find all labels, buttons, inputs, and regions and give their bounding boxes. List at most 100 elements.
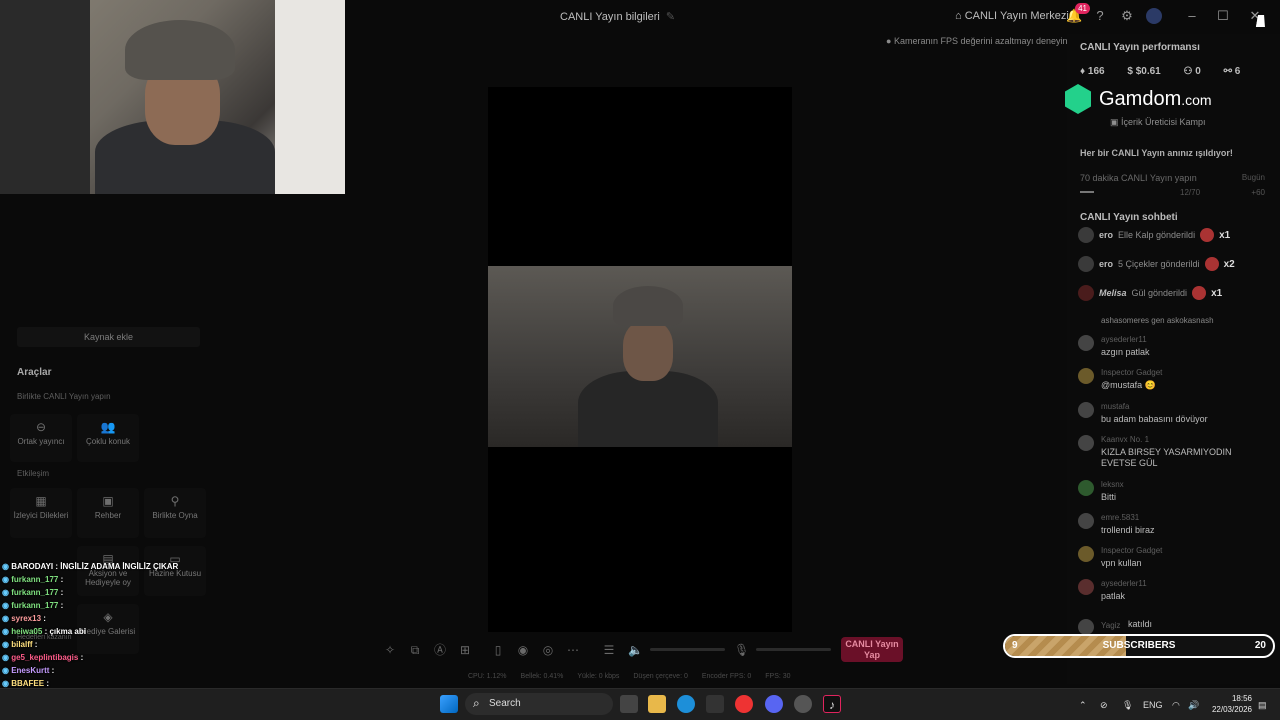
mic-slider[interactable] xyxy=(756,648,831,651)
bell-icon[interactable]: 🔔 41 xyxy=(1066,3,1090,24)
share-stat: ⚯ 6 xyxy=(1223,66,1241,77)
avatar xyxy=(1078,335,1094,351)
edge-icon[interactable] xyxy=(677,695,695,713)
overlay-chat-row: ◉ BARODAYI : İNGİLİZ ADAMA İNGİLİZ ÇIKAR xyxy=(2,562,178,571)
microphone-icon[interactable]: 🎙 xyxy=(734,643,749,657)
ai-icon[interactable]: Ⓐ xyxy=(433,643,447,657)
language-indicator[interactable]: ENG xyxy=(1143,700,1163,710)
goal-progress xyxy=(1080,191,1094,193)
notification-center-icon[interactable]: ▤ xyxy=(1258,700,1267,711)
multi-guest-button[interactable]: 👥 Çoklu konuk xyxy=(77,414,139,462)
speaker-icon[interactable]: 🔈 xyxy=(628,643,643,657)
viewer-requests-button[interactable]: ▦ İzleyici Dilekleri xyxy=(10,488,72,538)
webcam-overlay xyxy=(0,0,345,194)
heart-gift-icon xyxy=(1200,228,1215,242)
overlay-chat-row: ◉ bilalff : xyxy=(2,640,37,649)
settings-sliders-icon[interactable]: ☰ xyxy=(602,643,616,657)
network-off-icon[interactable]: ⊘ xyxy=(1100,700,1108,711)
overlay-chat-row: ◉ syrex13 : xyxy=(2,614,46,623)
phone-icon[interactable]: ▯ xyxy=(491,643,505,657)
badge-icon: ◉ xyxy=(2,679,12,688)
add-media-icon[interactable]: ⊞ xyxy=(458,643,472,657)
chevron-up-icon[interactable]: ⌃ xyxy=(1079,700,1087,711)
volume-icon[interactable]: 🔊 xyxy=(1188,700,1199,711)
gift-row: ero 5 Çiçekler gönderildi x2 xyxy=(1078,254,1268,274)
chat-message: Kaanvx No. 1 KIZLA BIRSEY YASARMIYODIN EV… xyxy=(1078,435,1268,475)
fps-hint: ● Kameranın FPS değerini azaltmayı deney… xyxy=(886,36,1068,46)
title-bar xyxy=(345,0,1280,34)
maximize-icon[interactable]: ☐ xyxy=(1215,8,1231,24)
avatar xyxy=(1078,402,1094,418)
windows-start-icon[interactable] xyxy=(440,695,458,713)
live-center-button[interactable]: ⌂ CANLI Yayın Merkezi xyxy=(955,10,1069,22)
clock[interactable]: 18:56 22/03/2026 xyxy=(1208,693,1252,715)
stream-info-title[interactable]: CANLI Yayın bilgileri ✎ xyxy=(560,10,675,23)
avatar[interactable] xyxy=(1146,8,1162,24)
live-goal: 70 dakika CANLI Yayın yapın Bugün 12/70 … xyxy=(1080,173,1265,197)
viewer-stat: ⚇ 0 xyxy=(1183,66,1201,77)
chrome-icon[interactable] xyxy=(735,695,753,713)
discord-icon[interactable] xyxy=(765,695,783,713)
magic-wand-icon[interactable]: ✧ xyxy=(383,643,397,657)
overlay-chat-user: syrex13 xyxy=(11,614,42,623)
avatar xyxy=(1078,285,1094,301)
avatar xyxy=(1078,546,1094,562)
microphone-tray-icon[interactable]: 🎙 xyxy=(1122,700,1133,711)
badge-icon: ◉ xyxy=(2,601,12,610)
section-together: Birlikte CANLI Yayın yapın xyxy=(17,392,111,401)
chat-message: Inspector Gadget @mustafa 😊 xyxy=(1078,368,1268,398)
more-icon[interactable]: ⋯ xyxy=(566,643,580,657)
avatar xyxy=(1078,227,1094,243)
overlay-chat-row: ◉ furkann_177 : xyxy=(2,601,63,610)
tiktok-live-icon[interactable]: ♪ xyxy=(823,695,841,713)
creator-camp-link[interactable]: ▣ İçerik Üreticisi Kampı xyxy=(1110,117,1206,128)
taskbar-search[interactable]: ⌕ Search xyxy=(465,693,613,715)
file-explorer-icon[interactable] xyxy=(648,695,666,713)
overlay-chat-user: EnesKurtt xyxy=(11,666,50,675)
layout-icon[interactable]: ⧉ xyxy=(408,643,422,657)
overlay-chat-text: : İNGİLİZ ADAMA İNGİLİZ ÇIKAR xyxy=(55,562,179,571)
badge-icon: ◉ xyxy=(2,575,12,584)
badge-icon: ◉ xyxy=(2,627,12,636)
money-stat: $ $0.61 xyxy=(1127,66,1161,77)
task-view-icon[interactable] xyxy=(620,695,638,713)
taskbar xyxy=(0,688,1280,720)
app-icon[interactable] xyxy=(794,695,812,713)
guide-button[interactable]: ▣ Rehber xyxy=(77,488,139,538)
gamdom-icon xyxy=(1065,84,1091,114)
gift-gallery-button[interactable]: ◈ Hediye Galerisi xyxy=(77,604,139,654)
co-host-button[interactable]: ⊖ Ortak yayıncı xyxy=(10,414,72,462)
overlay-chat-row: ◉ EnesKurtt : xyxy=(2,666,54,675)
joystick-icon: ⚲ xyxy=(170,494,180,508)
overlay-chat-row: ◉ BBAFEE : xyxy=(2,679,49,688)
overlay-chat-row: ◉ furkann_177 : xyxy=(2,575,63,584)
avatar xyxy=(1078,513,1094,529)
overlay-chat-text: : xyxy=(43,614,46,623)
help-icon[interactable]: ? xyxy=(1092,8,1108,24)
avatar xyxy=(1078,619,1094,635)
preview-video xyxy=(488,266,792,447)
edit-icon[interactable]: ✎ xyxy=(666,11,675,23)
store-icon[interactable] xyxy=(706,695,724,713)
action-gift-button[interactable]: ▤ Aksiyon ve Hediyeyle oy xyxy=(77,546,139,596)
rose-gift-icon xyxy=(1192,286,1207,300)
link-icon: ⊖ xyxy=(35,420,47,434)
gear-icon[interactable]: ⚙ xyxy=(1119,8,1135,24)
overlay-chat-user: BBAFEE xyxy=(11,679,45,688)
add-source-button[interactable]: Kaynak ekle xyxy=(17,327,200,347)
overlay-chat-user: BARODAYI xyxy=(11,562,54,571)
overlay-chat-user: ge5_keplintibagis xyxy=(11,653,79,662)
go-live-button[interactable]: CANLI Yayın Yap xyxy=(841,637,903,662)
record-icon[interactable]: ◉ xyxy=(516,643,530,657)
camera-icon[interactable]: ◎ xyxy=(541,643,555,657)
shine-text: Her bir CANLI Yayın anınız ışıldıyor! xyxy=(1080,148,1233,158)
volume-slider[interactable] xyxy=(650,648,725,651)
treasure-box-button[interactable]: ▭ Hazine Kutusu xyxy=(144,546,206,596)
home-icon: ⌂ xyxy=(955,10,965,22)
play-together-button[interactable]: ⚲ Birlikte Oyna xyxy=(144,488,206,538)
pin-icon: ● xyxy=(886,36,894,46)
wifi-icon[interactable]: ◠ xyxy=(1172,700,1180,711)
minimize-icon[interactable]: – xyxy=(1184,8,1200,24)
chat-message: Yagiz katıldı xyxy=(1078,619,1268,635)
overlay-chat-text: : xyxy=(46,679,49,688)
